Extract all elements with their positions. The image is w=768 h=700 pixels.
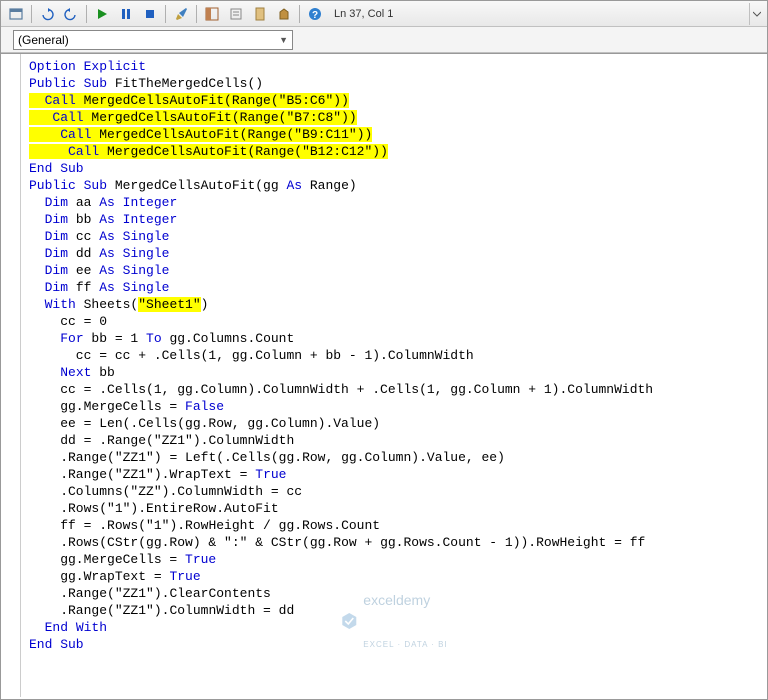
redo-icon[interactable]	[60, 3, 82, 25]
toolbar-overflow-icon[interactable]	[749, 3, 763, 25]
pause-icon[interactable]	[115, 3, 137, 25]
object-dropdown[interactable]: (General) ▼	[13, 30, 293, 50]
chevron-down-icon: ▼	[279, 35, 288, 45]
toolbox-icon[interactable]	[273, 3, 295, 25]
separator	[196, 5, 197, 23]
help-icon[interactable]: ?	[304, 3, 326, 25]
svg-text:?: ?	[312, 10, 318, 21]
object-browser-icon[interactable]	[249, 3, 271, 25]
separator	[31, 5, 32, 23]
code-gutter	[1, 54, 21, 697]
toolbar: ? Ln 37, Col 1	[1, 1, 767, 27]
undo-icon[interactable]	[36, 3, 58, 25]
object-dropdown-value: (General)	[18, 33, 69, 47]
separator	[86, 5, 87, 23]
run-icon[interactable]	[91, 3, 113, 25]
separator	[299, 5, 300, 23]
object-selector-row: (General) ▼	[1, 27, 767, 53]
view-icon[interactable]	[5, 3, 27, 25]
design-mode-icon[interactable]	[170, 3, 192, 25]
stop-icon[interactable]	[139, 3, 161, 25]
code-editor: Option Explicit Public Sub FitTheMergedC…	[1, 53, 767, 697]
watermark: exceldemy EXCEL · DATA · BI	[340, 559, 447, 683]
separator	[165, 5, 166, 23]
code-area[interactable]: Option Explicit Public Sub FitTheMergedC…	[21, 54, 767, 697]
properties-icon[interactable]	[225, 3, 247, 25]
project-explorer-icon[interactable]	[201, 3, 223, 25]
cursor-position: Ln 37, Col 1	[334, 8, 393, 20]
